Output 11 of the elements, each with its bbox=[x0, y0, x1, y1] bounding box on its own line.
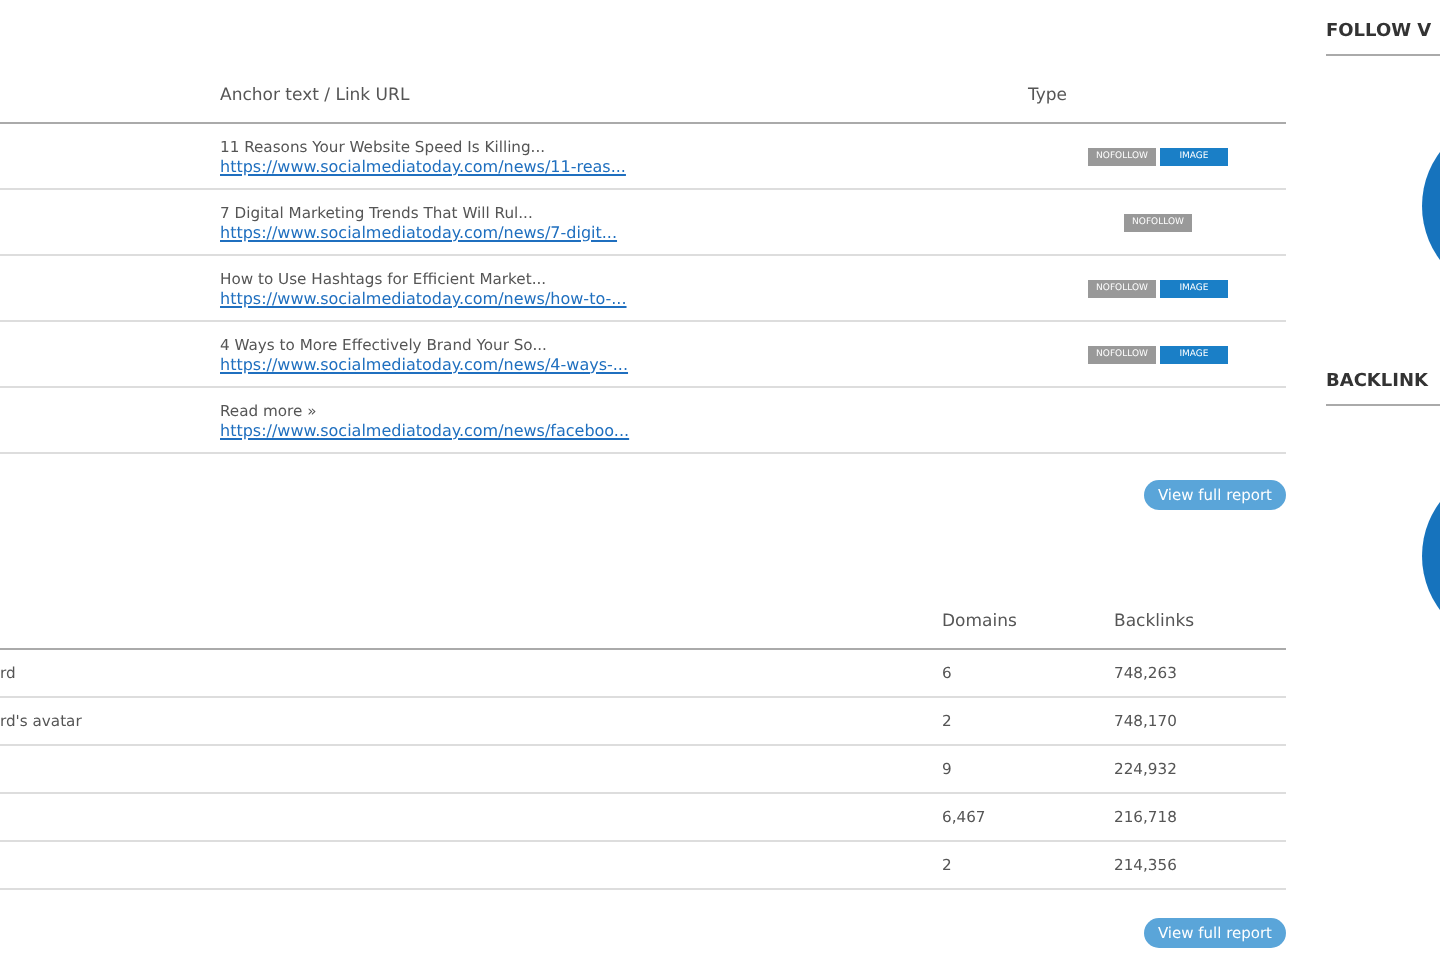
column-header: Backlinks bbox=[1114, 611, 1197, 631]
section-title: BACKLINK bbox=[1326, 372, 1440, 406]
column-header: Type bbox=[1028, 85, 1070, 105]
link-url[interactable]: https://www.socialmediatoday.com/news/7-digit... bbox=[220, 223, 1028, 241]
column-header: Domains bbox=[942, 611, 1019, 631]
link-url[interactable]: https://www.socialmediatoday.com/news/4-ways-... bbox=[220, 355, 1028, 373]
link-url[interactable]: https://www.socialmediatoday.com/news/11-reas... bbox=[220, 157, 1028, 175]
column-header: Anchor text / Link URL bbox=[220, 85, 412, 105]
section-title: FOLLOW V bbox=[1326, 22, 1440, 56]
link-url[interactable]: https://www.socialmediatoday.com/news/how-to-... bbox=[220, 289, 1028, 307]
link-url[interactable]: https://www.socialmediatoday.com/news/faceboo... bbox=[220, 421, 1028, 439]
